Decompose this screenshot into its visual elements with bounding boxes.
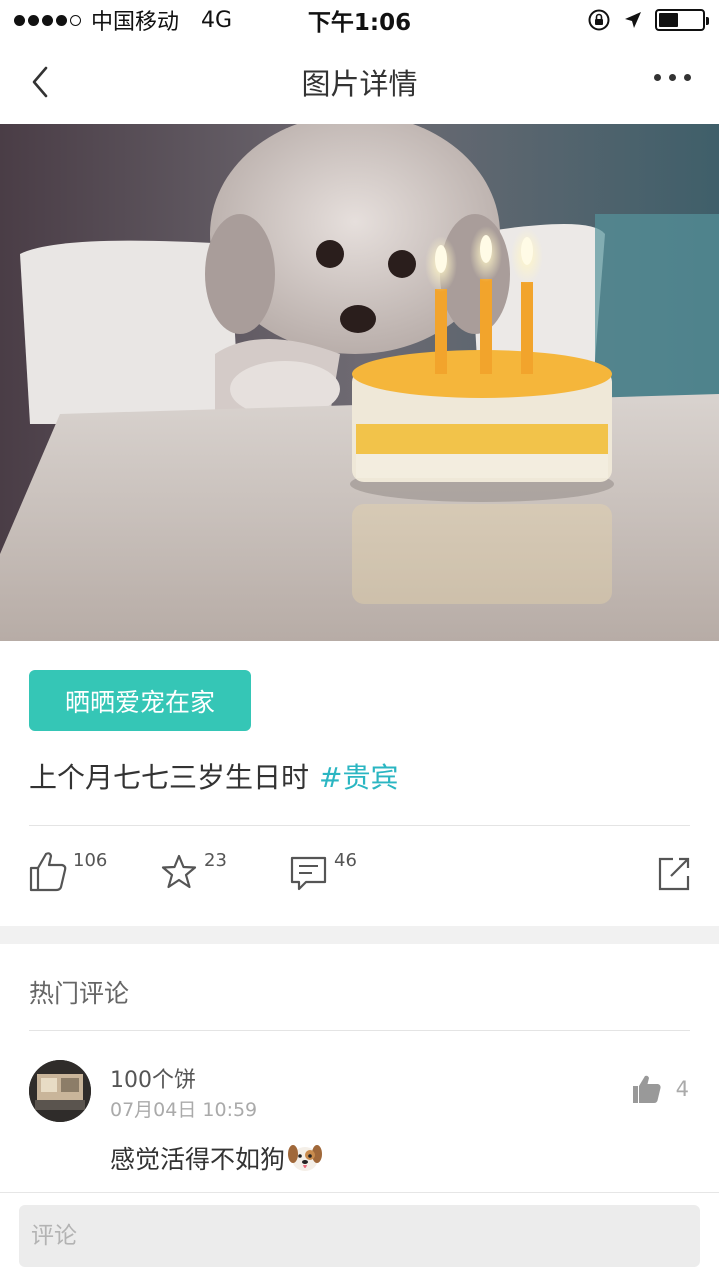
post-actions: 106 23 46 xyxy=(0,840,719,920)
thumbs-up-icon xyxy=(29,852,67,892)
comment-like-button[interactable]: 4 xyxy=(632,1074,689,1104)
share-icon xyxy=(658,857,690,891)
share-button[interactable] xyxy=(657,856,691,896)
comment-item: 100个饼 07月04日 10:59 4 感觉活得不如狗 xyxy=(0,1058,719,1188)
rotation-lock-icon xyxy=(588,9,610,31)
battery-icon xyxy=(655,9,709,31)
dog-emoji-icon xyxy=(288,1145,323,1171)
like-count: 106 xyxy=(73,850,108,871)
comment-input-bar xyxy=(0,1192,719,1280)
comment-count: 46 xyxy=(334,850,357,871)
hot-comments-title: 热门评论 xyxy=(29,979,130,1008)
location-arrow-icon xyxy=(625,12,641,28)
section-separator xyxy=(0,926,719,944)
network-type: 4G xyxy=(201,7,233,33)
thumbs-up-filled-icon xyxy=(632,1075,661,1103)
status-right xyxy=(587,8,709,32)
comment-icon xyxy=(290,856,327,891)
carrier-name: 中国移动 xyxy=(91,10,180,35)
divider xyxy=(29,825,690,826)
avatar[interactable] xyxy=(29,1060,91,1122)
post-caption: 上个月七七三岁生日时 #贵宾 xyxy=(29,756,398,796)
nav-bar: 图片详情 xyxy=(0,40,719,124)
more-dots-icon[interactable] xyxy=(654,74,691,81)
star-icon xyxy=(161,854,197,889)
commenter-name[interactable]: 100个饼 xyxy=(110,1062,196,1094)
hashtag-link[interactable]: #贵宾 xyxy=(319,761,398,794)
status-left: 中国移动 4G xyxy=(14,4,232,36)
comment-body: 感觉活得不如狗 xyxy=(110,1145,286,1174)
signal-strength-icon xyxy=(14,14,81,26)
divider xyxy=(29,1030,690,1031)
comment-button[interactable]: 46 xyxy=(290,850,357,892)
comment-like-count: 4 xyxy=(675,1077,689,1101)
favorite-count: 23 xyxy=(204,850,227,871)
caption-text: 上个月七七三岁生日时 xyxy=(29,761,310,794)
status-bar: 中国移动 4G 下午1:06 xyxy=(0,0,719,40)
comment-text: 感觉活得不如狗 xyxy=(110,1140,323,1176)
favorite-button[interactable]: 23 xyxy=(160,850,227,892)
topic-tag-button[interactable]: 晒晒爱宠在家 xyxy=(29,670,251,731)
comment-input[interactable] xyxy=(19,1205,700,1267)
comment-timestamp: 07月04日 10:59 xyxy=(110,1099,258,1121)
chevron-left-icon[interactable] xyxy=(26,62,56,102)
page-title: 图片详情 xyxy=(301,67,418,101)
photo-dog-birthday-cake xyxy=(0,124,719,641)
post-photo[interactable] xyxy=(0,124,719,641)
like-button[interactable]: 106 xyxy=(29,850,107,892)
